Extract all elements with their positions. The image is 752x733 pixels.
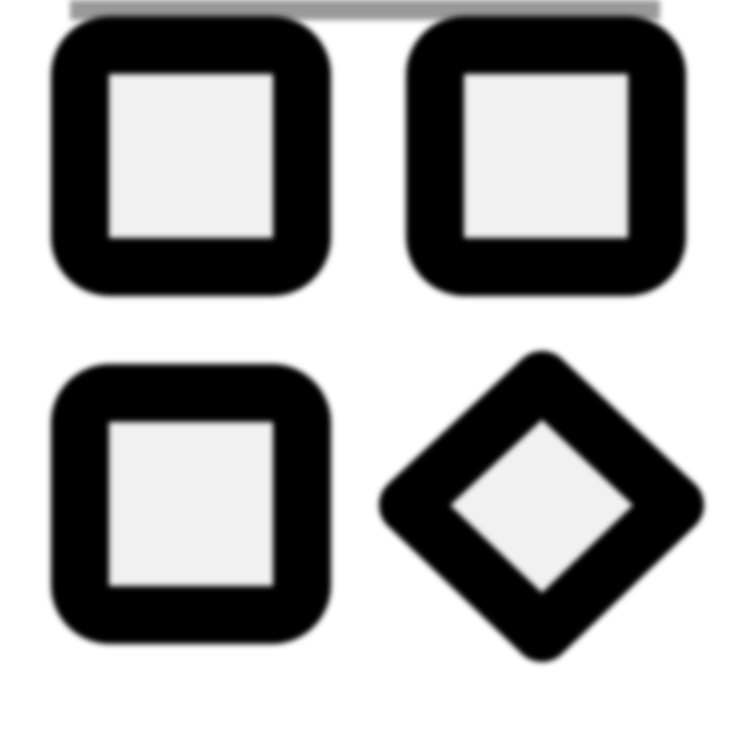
tile-square-bottom-left: [51, 364, 331, 644]
tile-square-top-right: [406, 16, 686, 296]
icon-shapes: [51, 16, 704, 662]
tile-square-top-left: [51, 16, 331, 296]
tile-diamond-bottom-right: [379, 351, 704, 662]
apps-grid-icon[interactable]: [0, 0, 752, 733]
icon-canvas: [0, 0, 752, 733]
